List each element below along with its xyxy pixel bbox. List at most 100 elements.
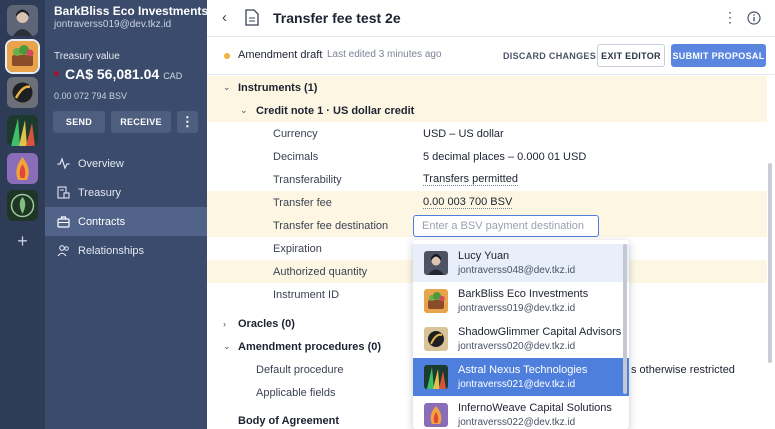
field-value: 5 decimal places – 0.000 01 USD (423, 150, 587, 163)
draft-status: Amendment draft (238, 49, 323, 61)
nav-relationships[interactable]: Relationships (45, 236, 207, 265)
option-name: Lucy Yuan (458, 250, 510, 262)
chevron-down-icon: ⌄ (223, 82, 231, 92)
option-email: jontraverss022@dev.tkz.id (458, 417, 576, 428)
option-email: jontraverss020@dev.tkz.id (458, 341, 576, 352)
page-title: Transfer fee test 2e (273, 10, 401, 26)
option-email: jontraverss019@dev.tkz.id (458, 303, 576, 314)
org-switch-barkbliss[interactable] (7, 41, 38, 72)
option-name: Astral Nexus Technologies (458, 364, 588, 376)
org-switch-inferno[interactable] (7, 153, 38, 184)
option-email: jontraverss048@dev.tkz.id (458, 265, 576, 276)
more-actions-button[interactable]: ⋮ (177, 111, 198, 133)
dropdown-option[interactable]: BarkBliss Eco Investments jontraverss019… (413, 282, 629, 320)
send-button[interactable]: SEND (53, 111, 105, 133)
field-label: Decimals (273, 150, 319, 163)
sidebar: BarkBliss Eco Investments jontraverss019… (45, 0, 209, 429)
dropdown-scrollbar[interactable] (623, 244, 627, 394)
info-icon[interactable] (747, 11, 761, 28)
receive-button[interactable]: RECEIVE (111, 111, 171, 133)
exit-editor-button[interactable]: EXIT EDITOR (597, 44, 665, 67)
dropdown-option-selected[interactable]: Astral Nexus Technologies jontraverss021… (413, 358, 629, 396)
chevron-down-icon: ⌄ (240, 105, 248, 115)
dropdown-option[interactable]: InfernoWeave Capital Solutions jontraver… (413, 396, 629, 429)
field-decimals: Decimals 5 decimal places – 0.000 01 USD (207, 145, 767, 168)
org-switch-eco[interactable] (7, 190, 38, 221)
content-scrollbar[interactable] (768, 163, 772, 363)
field-value: USD – US dollar (423, 127, 504, 140)
section-instruments[interactable]: ⌄ Instruments (1) (207, 76, 767, 99)
app-rail: + (0, 0, 45, 429)
discard-changes-button[interactable]: DISCARD CHANGES (503, 45, 596, 67)
topbar: ‹ Transfer fee test 2e ⋮ (207, 0, 775, 37)
option-name: ShadowGlimmer Capital Advisors (458, 326, 622, 338)
treasury-bsv: 0.00 072 794 BSV (54, 91, 128, 101)
field-transferability: Transferability Transfers permitted (207, 168, 767, 191)
transfer-fee-value[interactable]: 0.00 003 700 BSV (423, 196, 513, 209)
submit-proposal-button[interactable]: SUBMIT PROPOSAL (671, 44, 766, 67)
destination-dropdown: Lucy Yuan jontraverss048@dev.tkz.id Bark… (413, 240, 629, 429)
treasury-currency: CAD (163, 71, 183, 81)
default-procedure-value: s otherwise restricted (631, 363, 735, 376)
avatar (424, 251, 448, 275)
org-email: jontraverss019@dev.tkz.id (54, 19, 172, 30)
nav-contracts[interactable]: Contracts (45, 207, 207, 236)
avatar (424, 327, 448, 351)
nav-label: Contracts (78, 215, 126, 228)
field-transfer-fee: Transfer fee 0.00 003 700 BSV (207, 191, 767, 214)
option-email: jontraverss021@dev.tkz.id (458, 379, 576, 390)
add-org-icon[interactable]: + (0, 231, 45, 252)
draft-bar: Amendment draft Last edited 3 minutes ag… (207, 37, 775, 75)
field-label: Expiration (273, 242, 322, 255)
activity-icon (56, 157, 70, 171)
dropdown-option[interactable]: ShadowGlimmer Capital Advisors jontraver… (413, 320, 629, 358)
org-switch-astral[interactable] (7, 115, 38, 146)
chevron-right-icon: › (223, 318, 226, 329)
main-panel: ‹ Transfer fee test 2e ⋮ Amendment draft… (207, 0, 775, 429)
field-label: Transfer fee destination (273, 219, 389, 232)
briefcase-icon (56, 215, 70, 229)
user-avatar[interactable] (7, 5, 38, 36)
field-label: Transferability (273, 173, 342, 186)
nav-label: Relationships (78, 244, 145, 257)
nav-label: Treasury (78, 186, 121, 199)
last-edited: Last edited 3 minutes ago (327, 49, 442, 60)
section-title: Oracles (0) (238, 317, 295, 330)
field-label: Default procedure (256, 363, 344, 376)
fee-destination-input[interactable] (413, 215, 599, 237)
field-label: Transfer fee (273, 196, 332, 209)
status-dot (54, 71, 59, 76)
nav-label: Overview (78, 157, 124, 170)
avatar (424, 289, 448, 313)
nav-overview[interactable]: Overview (45, 149, 207, 178)
credit-note-header[interactable]: ⌄ Credit note 1 · US dollar credit (207, 99, 767, 122)
credit-note-title: Credit note 1 · US dollar credit (256, 104, 415, 117)
org-switch-shadowglimmer[interactable] (7, 77, 38, 108)
field-label: Currency (273, 127, 318, 140)
section-title: Body of Agreement (238, 414, 340, 427)
treasury-amount-value: CA$ 56,081.04 (65, 66, 160, 82)
field-label: Applicable fields (256, 386, 336, 399)
treasury-icon (56, 186, 70, 200)
more-vert-icon[interactable]: ⋮ (723, 9, 737, 26)
field-label: Authorized quantity (273, 265, 368, 278)
avatar (424, 403, 448, 427)
treasury-amount: CA$ 56,081.04 CAD (54, 66, 182, 82)
field-currency: Currency USD – US dollar (207, 122, 767, 145)
chevron-down-icon: ⌄ (223, 341, 231, 351)
treasury-label: Treasury value (54, 51, 120, 62)
people-icon (56, 244, 70, 258)
section-title: Instruments (1) (238, 81, 318, 94)
nav-treasury[interactable]: Treasury (45, 178, 207, 207)
document-icon (245, 9, 259, 29)
field-label: Instrument ID (273, 288, 340, 301)
option-name: InfernoWeave Capital Solutions (458, 402, 612, 414)
transferability-value[interactable]: Transfers permitted (423, 173, 518, 186)
org-name: BarkBliss Eco Investments (54, 4, 209, 18)
draft-status-dot (224, 53, 230, 59)
back-chevron-icon[interactable]: ‹ (222, 9, 227, 26)
avatar (424, 365, 448, 389)
section-title: Amendment procedures (0) (238, 340, 382, 353)
option-name: BarkBliss Eco Investments (458, 288, 589, 300)
dropdown-option[interactable]: Lucy Yuan jontraverss048@dev.tkz.id (413, 244, 629, 282)
